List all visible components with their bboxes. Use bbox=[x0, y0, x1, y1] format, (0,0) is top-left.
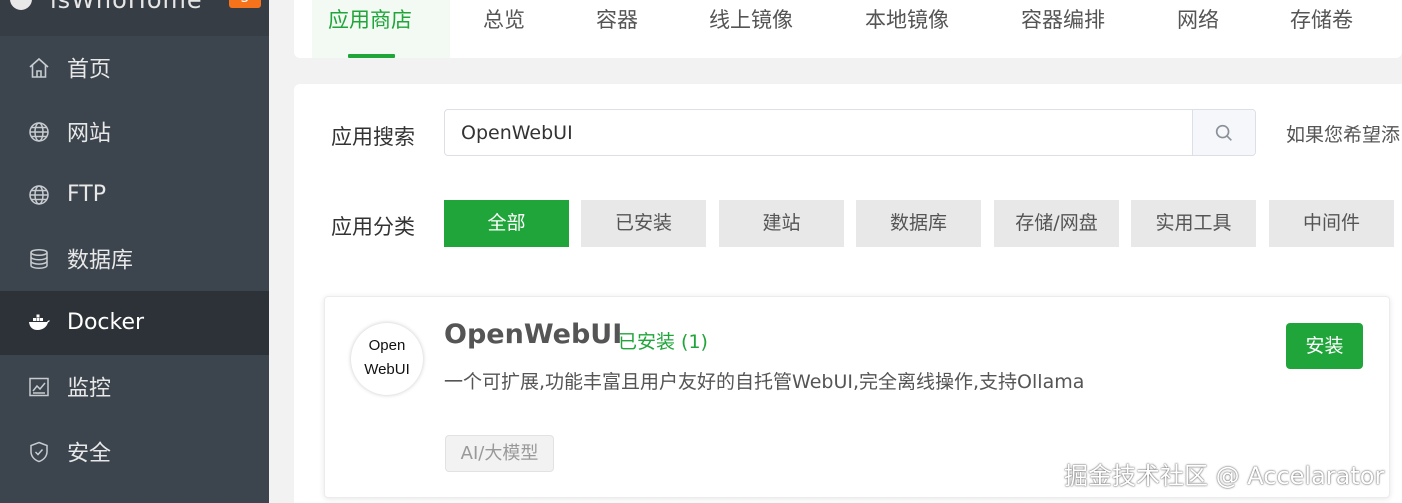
tab-app-store[interactable]: 应用商店 bbox=[312, 0, 450, 58]
category-database-button[interactable]: 数据库 bbox=[856, 200, 981, 247]
shield-icon bbox=[27, 440, 51, 464]
sidebar-item-home[interactable]: 首页 bbox=[0, 36, 269, 100]
app-logo-text-line2: WebUI bbox=[364, 361, 410, 378]
search-box bbox=[444, 109, 1256, 156]
app-logo: Open WebUI bbox=[351, 323, 423, 395]
sidebar: lsWhoHome 5 首页 网站 FTP 数据库 Docker bbox=[0, 0, 269, 503]
category-all-button[interactable]: 全部 bbox=[444, 200, 569, 247]
tab-network[interactable]: 网络 bbox=[1177, 0, 1219, 58]
watermark: 掘金技术社区 @ Accelarator bbox=[1064, 462, 1385, 490]
category-storage-button[interactable]: 存储/网盘 bbox=[994, 200, 1119, 247]
search-tip-text[interactable]: 如果您希望添 bbox=[1286, 120, 1400, 147]
ftp-globe-icon bbox=[27, 183, 51, 207]
sidebar-item-label: FTP bbox=[67, 182, 106, 207]
search-button[interactable] bbox=[1192, 110, 1255, 155]
category-installed-button[interactable]: 已安装 bbox=[581, 200, 706, 247]
app-name: OpenWebUI bbox=[444, 319, 623, 350]
tab-online-images[interactable]: 线上镜像 bbox=[709, 0, 793, 58]
sidebar-item-label: 首页 bbox=[67, 57, 112, 83]
notification-badge[interactable]: 5 bbox=[229, 0, 261, 8]
sidebar-item-label: 安全 bbox=[67, 441, 112, 467]
app-category-tag: AI/大模型 bbox=[445, 435, 554, 472]
app-installed-status[interactable]: 已安装 (1) bbox=[618, 327, 708, 354]
search-icon bbox=[1215, 124, 1232, 141]
brand-logo-icon bbox=[10, 0, 32, 10]
globe-icon bbox=[27, 120, 51, 144]
sidebar-item-website[interactable]: 网站 bbox=[0, 100, 269, 164]
category-label: 应用分类 bbox=[331, 215, 415, 239]
brand-bar: lsWhoHome 5 bbox=[0, 0, 269, 36]
app-logo-text-line1: Open bbox=[368, 337, 406, 354]
sidebar-item-label: 监控 bbox=[67, 376, 112, 402]
search-label: 应用搜索 bbox=[331, 125, 415, 149]
sidebar-item-monitor[interactable]: 监控 bbox=[0, 355, 269, 419]
sidebar-item-security[interactable]: 安全 bbox=[0, 420, 269, 484]
docker-whale-icon bbox=[27, 311, 51, 335]
category-website-button[interactable]: 建站 bbox=[719, 200, 844, 247]
sidebar-item-label: Docker bbox=[67, 310, 145, 335]
sidebar-item-label: 网站 bbox=[67, 121, 112, 147]
tab-bar bbox=[294, 0, 1402, 58]
sidebar-item-label: 数据库 bbox=[67, 248, 134, 274]
tab-compose[interactable]: 容器编排 bbox=[1021, 0, 1105, 58]
search-input[interactable] bbox=[445, 110, 1193, 155]
sidebar-item-docker[interactable]: Docker bbox=[0, 291, 269, 355]
brand-text: lsWhoHome bbox=[50, 0, 203, 14]
sidebar-item-ftp[interactable]: FTP bbox=[0, 163, 269, 227]
database-icon bbox=[27, 247, 51, 271]
home-icon bbox=[27, 56, 51, 80]
sidebar-item-database[interactable]: 数据库 bbox=[0, 227, 269, 291]
install-button[interactable]: 安装 bbox=[1286, 323, 1363, 369]
monitor-chart-icon bbox=[27, 375, 51, 399]
app-description: 一个可扩展,功能丰富且用户友好的自托管WebUI,完全离线操作,支持Ollama bbox=[444, 371, 1085, 393]
tab-local-images[interactable]: 本地镜像 bbox=[865, 0, 949, 58]
tab-containers[interactable]: 容器 bbox=[596, 0, 638, 58]
tab-volumes[interactable]: 存储卷 bbox=[1290, 0, 1353, 58]
tab-overview[interactable]: 总览 bbox=[483, 0, 525, 58]
category-tools-button[interactable]: 实用工具 bbox=[1131, 200, 1256, 247]
category-middleware-button[interactable]: 中间件 bbox=[1269, 200, 1394, 247]
tab-active-indicator bbox=[348, 54, 395, 58]
